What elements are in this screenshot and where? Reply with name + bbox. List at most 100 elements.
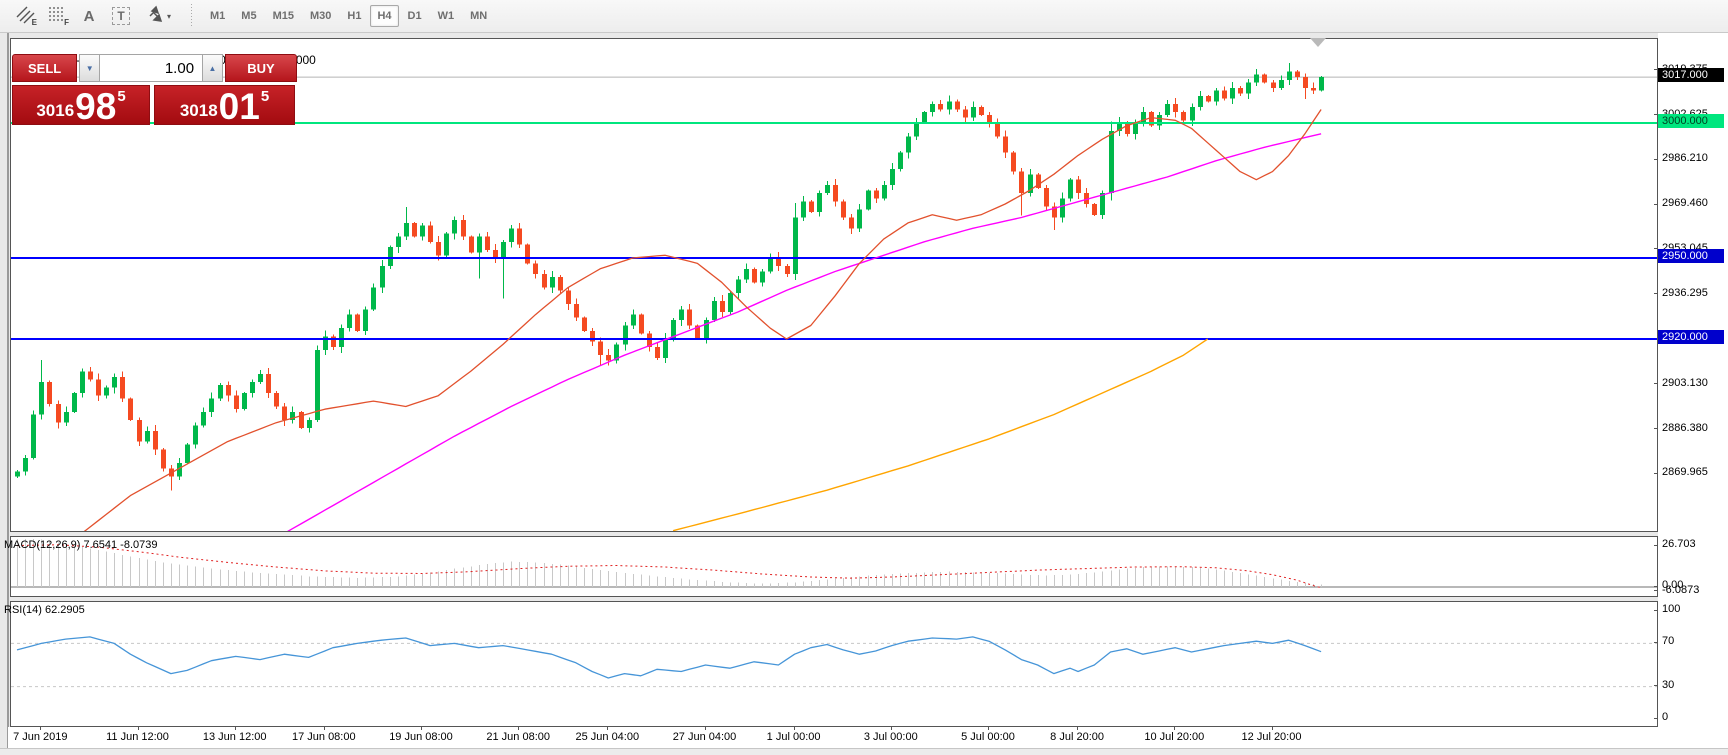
price-tick-mark: [1654, 293, 1658, 294]
timeframe-button-m1[interactable]: M1: [203, 5, 232, 27]
volume-decrease-button[interactable]: ▼: [79, 54, 100, 82]
timeframe-button-m30[interactable]: M30: [303, 5, 338, 27]
price-tick-label: 2886.380: [1662, 422, 1708, 434]
time-label: 17 Jun 08:00: [292, 731, 356, 743]
buy-price-prefix: 3018: [180, 102, 218, 119]
rsi-indicator-label: RSI(14) 62.2905: [4, 604, 85, 616]
macd-histogram: [18, 539, 1322, 587]
time-axis[interactable]: 7 Jun 2019 11 Jun 12:00 13 Jun 12:00 17 Jun…: [8, 727, 1658, 748]
time-label: 8 Jul 20:00: [1050, 731, 1104, 743]
time-tick-mark: [891, 727, 892, 730]
level-2950-label: 2950.000: [1658, 249, 1724, 263]
rsi-pane[interactable]: [10, 601, 1658, 727]
price-tick-mark: [1654, 428, 1658, 429]
toolbar: E F A T ▾ M1M5M15M30H1H4: [0, 0, 1728, 33]
time-label: 1 Jul 00:00: [767, 731, 821, 743]
rsi-tick-label: 0: [1662, 711, 1668, 723]
sell-price-display[interactable]: 3016 98 5: [12, 85, 150, 125]
sell-price-prefix: 3016: [36, 102, 74, 119]
sell-button[interactable]: SELL: [12, 54, 77, 82]
timeframe-button-h1[interactable]: H1: [340, 5, 368, 27]
macd-signal-line: [17, 545, 1321, 588]
time-label: 5 Jul 00:00: [961, 731, 1015, 743]
ma-mid-line: [284, 134, 1321, 531]
time-label: 21 Jun 08:00: [486, 731, 550, 743]
rsi-tick-mark: [1654, 610, 1658, 611]
time-tick-mark: [705, 727, 706, 730]
price-tick-mark: [1654, 473, 1658, 474]
one-click-trade-panel: SELL ▼ ▲ BUY 3016 98 5 3018 01 5: [12, 54, 297, 125]
window-bottom-strip: [0, 748, 1728, 755]
rsi-tick-mark: [1654, 718, 1658, 719]
rsi-tick-label: 100: [1662, 603, 1680, 615]
time-tick-mark: [988, 727, 989, 730]
arrows-tool-button[interactable]: ▾: [138, 3, 178, 29]
time-label: 25 Jun 04:00: [575, 731, 639, 743]
text-tool-button[interactable]: A: [74, 3, 104, 29]
ma-fast-line: [82, 110, 1321, 532]
buy-button[interactable]: BUY: [225, 54, 297, 82]
toolbar-separator: [189, 4, 194, 28]
time-tick-mark: [607, 727, 608, 730]
equidistant-channel-tool-button[interactable]: E: [10, 3, 40, 29]
time-tick-mark: [40, 727, 41, 730]
buy-price-sup: 5: [261, 88, 269, 105]
price-tick-label: 2936.295: [1662, 287, 1708, 299]
macd-pane[interactable]: [10, 536, 1658, 597]
rsi-tick-mark: [1654, 642, 1658, 643]
macd-tick-label: -6.0873: [1662, 584, 1699, 596]
timeframe-button-w1[interactable]: W1: [431, 5, 462, 27]
time-label: 27 Jun 04:00: [673, 731, 737, 743]
time-tick-mark: [324, 727, 325, 730]
price-tick-mark: [1654, 159, 1658, 160]
price-tick-mark: [1654, 204, 1658, 205]
timeframe-button-m5[interactable]: M5: [234, 5, 263, 27]
volume-increase-button[interactable]: ▲: [202, 54, 223, 82]
window-left-edge: [7, 33, 9, 755]
price-axis[interactable]: 3019.3753002.6252986.2102969.4602953.045…: [1658, 33, 1728, 755]
current-price-label: 3017.000: [1658, 68, 1724, 82]
price-tick-label: 2869.965: [1662, 466, 1708, 478]
buy-price-display[interactable]: 3018 01 5: [154, 85, 295, 125]
time-label: 11 Jun 12:00: [106, 731, 169, 743]
timeframe-button-d1[interactable]: D1: [401, 5, 429, 27]
chart-window: 3019.3753002.6252986.2102969.4602953.045…: [0, 33, 1728, 755]
macd-tick-label: 26.703: [1662, 538, 1696, 550]
rsi-tick-label: 30: [1662, 679, 1674, 691]
price-tick-label: 2986.210: [1662, 152, 1708, 164]
time-label: 12 Jul 20:00: [1242, 731, 1302, 743]
macd-tick-mark: [1654, 590, 1658, 591]
time-tick-mark: [1272, 727, 1273, 730]
text-label-tool-button[interactable]: T: [106, 3, 136, 29]
timeframe-group: M1M5M15M30H1H4D1W1MN: [202, 5, 495, 27]
time-label: 13 Jun 12:00: [203, 731, 267, 743]
macd-indicator-label: MACD(12,26,9) 7.6541 -8.0739: [4, 539, 157, 551]
sell-price-sup: 5: [117, 88, 125, 105]
macd-tick-mark: [1654, 586, 1658, 587]
time-label: 19 Jun 08:00: [389, 731, 453, 743]
time-label: 3 Jul 00:00: [864, 731, 918, 743]
price-tick-label: 2969.460: [1662, 197, 1708, 209]
sell-price-big: 98: [75, 91, 116, 122]
time-tick-mark: [421, 727, 422, 730]
level-3000-label: 3000.000: [1658, 114, 1724, 128]
arrows-icon: [145, 4, 165, 29]
price-tick-mark: [1654, 383, 1658, 384]
time-tick-mark: [518, 727, 519, 730]
ma-slow-line: [673, 339, 1208, 531]
dropdown-caret-icon: ▾: [167, 12, 171, 21]
price-tick-label: 2903.130: [1662, 377, 1708, 389]
time-tick-mark: [235, 727, 236, 730]
timeframe-button-h4[interactable]: H4: [370, 5, 398, 27]
time-tick-mark: [794, 727, 795, 730]
fibonacci-tool-button[interactable]: F: [42, 3, 72, 29]
level-2920-label: 2920.000: [1658, 330, 1724, 344]
time-label: 7 Jun 2019: [13, 731, 67, 743]
timeframe-button-m15[interactable]: M15: [266, 5, 301, 27]
rsi-tick-label: 70: [1662, 635, 1674, 647]
rsi-line: [17, 637, 1321, 678]
candlesticks: [15, 63, 1324, 491]
tool-sub-letter: F: [64, 18, 69, 27]
timeframe-button-mn[interactable]: MN: [463, 5, 494, 27]
volume-input[interactable]: [100, 54, 202, 82]
